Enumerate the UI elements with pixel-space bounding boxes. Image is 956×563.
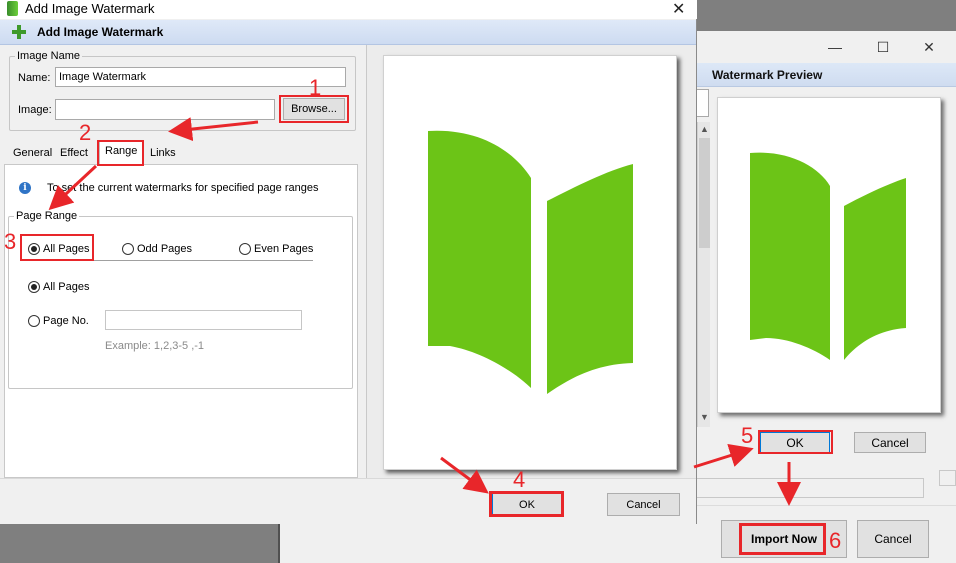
close-icon[interactable]: ✕ [919,39,939,56]
range-info-text: To set the current watermarks for specif… [47,182,319,194]
radio-odd-pages-text: Odd Pages [137,243,193,255]
image-path-input[interactable] [55,99,275,120]
page-range-legend: Page Range [16,210,78,222]
add-icon [12,25,26,39]
bottom-cancel-button[interactable]: Cancel [857,520,929,558]
close-icon[interactable]: ✕ [672,0,685,19]
image-label: Image: [18,104,52,116]
radio-odd-pages[interactable] [122,243,134,255]
book-right-page [547,164,633,394]
tab-links-label: Links [150,147,176,159]
add-image-watermark-dialog: Add Image Watermark ✕ Add Image Watermar… [0,0,697,524]
maximize-icon[interactable]: ☐ [873,39,893,56]
ok-button[interactable]: OK [492,493,562,516]
image-name-legend: Image Name [17,50,80,62]
book-logo-icon [428,130,633,394]
scroll-thumb[interactable] [699,138,710,248]
radio-all-pages-label[interactable]: All Pages [43,243,89,255]
radio-scope-all-label[interactable]: All Pages [43,281,89,293]
annotation-number-5: 5 [741,423,754,448]
scroll-up-icon[interactable]: ▲ [698,124,711,134]
radio-scope-pageno-label[interactable]: Page No. [43,315,89,327]
tab-general[interactable]: General [8,144,58,164]
dialog-footer: OK Cancel [0,478,696,524]
browse-button-label: Browse... [291,103,337,115]
underlying-window-strip [278,524,697,563]
page-range-group: Page Range [8,210,353,389]
page-number-input[interactable] [105,310,302,330]
cancel-button-label: Cancel [626,498,661,511]
preview-ok-button[interactable]: OK [760,432,830,453]
annotation-number-6: 6 [829,528,842,553]
radio-all-pages-text: All Pages [43,243,90,255]
radio-all-pages[interactable] [28,243,40,255]
preview-header-title: Watermark Preview [712,68,823,82]
radio-scope-pageno[interactable] [28,315,40,327]
annotation-number-4: 4 [513,467,526,492]
radio-odd-pages-label[interactable]: Odd Pages [137,243,192,255]
tab-general-label: General [13,147,53,159]
radio-scope-pageno-text: Page No. [43,315,89,327]
preview-cancel-button[interactable]: Cancel [854,432,926,453]
annotation-number-3: 3 [4,229,17,254]
book-right-page [844,178,906,360]
page-number-example: Example: 1,2,3-5 ,-1 [105,340,205,352]
preview-page [717,97,941,413]
minimize-icon[interactable]: — [825,39,845,55]
scroll-down-icon[interactable]: ▼ [698,412,711,422]
book-logo-icon [750,152,906,360]
radio-even-pages-label[interactable]: Even Pages [254,243,313,255]
name-input[interactable] [55,67,346,87]
scrollbar[interactable]: ▲ ▼ [697,122,710,427]
preview-header: Watermark Preview [697,63,956,87]
annotation-number-1: 1 [309,75,322,100]
cancel-button[interactable]: Cancel [607,493,680,516]
browse-button[interactable]: Browse... [283,98,345,120]
partial-input[interactable] [697,89,709,117]
tab-links[interactable]: Links [145,144,181,164]
radio-scope-all[interactable] [28,281,40,293]
tab-effect[interactable]: Effect [55,144,93,164]
ok-button-label: OK [519,498,535,511]
title-bar: Add Image Watermark ✕ [0,0,697,19]
dialog-header: Add Image Watermark [0,20,696,45]
info-icon: i [19,182,31,194]
tab-range[interactable]: Range [99,141,144,165]
window-title: Add Image Watermark [25,1,155,16]
radio-even-pages-text: Even Pages [254,243,314,255]
preview-resize-box [939,470,956,486]
name-label: Name: [18,72,51,84]
tab-range-label: Range [105,145,138,157]
app-icon [7,1,18,16]
range-divider [22,260,313,261]
radio-scope-all-text: All Pages [43,281,90,293]
radio-even-pages[interactable] [239,243,251,255]
preview-footer: Import Now Cancel [697,505,956,563]
dialog-header-title: Add Image Watermark [37,25,164,39]
tab-effect-label: Effect [60,147,88,159]
book-left-page [428,130,531,388]
preview-bottom-field [697,478,924,498]
annotation-number-2: 2 [79,120,92,145]
watermark-preview-window: — ☐ ✕ Watermark Preview ▲ ▼ OK Cancel Im… [697,31,956,563]
book-left-page [750,152,830,360]
dialog-preview-page [383,55,677,470]
